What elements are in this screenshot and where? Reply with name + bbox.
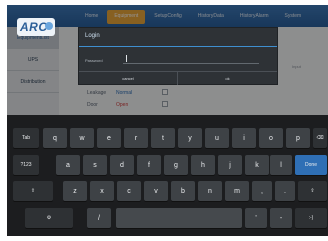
key-c[interactable]: c	[117, 181, 141, 201]
key-p[interactable]: p	[286, 128, 310, 148]
key-tab[interactable]: Tab	[13, 128, 39, 148]
key-y[interactable]: y	[178, 128, 202, 148]
cancel-button[interactable]: cancel	[79, 71, 178, 85]
key-smiley[interactable]: :-)	[295, 208, 327, 228]
key-b[interactable]: b	[171, 181, 195, 201]
key-w[interactable]: w	[70, 128, 94, 148]
key-a[interactable]: a	[56, 155, 80, 175]
key-n[interactable]: n	[198, 181, 222, 201]
space-key[interactable]	[116, 208, 242, 228]
key-i[interactable]: i	[232, 128, 256, 148]
key-symbols[interactable]: ?123	[13, 155, 39, 175]
key-z[interactable]: z	[63, 181, 87, 201]
password-label: Password	[85, 58, 103, 63]
on-screen-keyboard: Tab q w e r t y u i o p ⌫ ?123 a s d f g…	[7, 115, 328, 236]
dialog-title: Login	[85, 33, 100, 39]
key-d[interactable]: d	[110, 155, 134, 175]
done-button[interactable]: Done	[295, 155, 327, 175]
key-u[interactable]: u	[205, 128, 229, 148]
key-k[interactable]: k	[245, 155, 269, 175]
key-comma[interactable]: ,	[252, 181, 272, 201]
key-t[interactable]: t	[151, 128, 175, 148]
logo-text: ARC	[20, 20, 48, 34]
ok-button[interactable]: ok	[178, 71, 277, 85]
key-x[interactable]: x	[90, 181, 114, 201]
dialog-divider	[79, 46, 277, 47]
logo-mark-icon	[45, 22, 53, 30]
app-screen: Home Equipment SetupConfig HistoryData H…	[7, 5, 328, 236]
key-slash[interactable]: /	[87, 208, 111, 228]
text-caret	[126, 55, 127, 62]
key-j[interactable]: j	[218, 155, 242, 175]
key-apostrophe[interactable]: '	[245, 208, 267, 228]
key-r[interactable]: r	[124, 128, 148, 148]
key-v[interactable]: v	[144, 181, 168, 201]
key-g[interactable]: g	[164, 155, 188, 175]
key-o[interactable]: o	[259, 128, 283, 148]
key-period[interactable]: .	[275, 181, 295, 201]
key-e[interactable]: e	[97, 128, 121, 148]
key-m[interactable]: m	[225, 181, 249, 201]
key-f[interactable]: f	[137, 155, 161, 175]
key-dash[interactable]: -	[270, 208, 292, 228]
key-l[interactable]: l	[270, 155, 292, 175]
key-s[interactable]: s	[83, 155, 107, 175]
backspace-icon[interactable]: ⌫	[313, 128, 327, 148]
key-q[interactable]: q	[43, 128, 67, 148]
login-dialog: Login Password cancel ok	[78, 27, 278, 85]
shift-right-icon[interactable]: ⇧	[298, 181, 327, 201]
password-field[interactable]	[123, 52, 259, 64]
brand-logo: ARC	[17, 18, 55, 36]
key-h[interactable]: h	[191, 155, 215, 175]
settings-gear-icon[interactable]: ⚙	[25, 208, 73, 228]
shift-left-icon[interactable]: ⇧	[13, 181, 53, 201]
